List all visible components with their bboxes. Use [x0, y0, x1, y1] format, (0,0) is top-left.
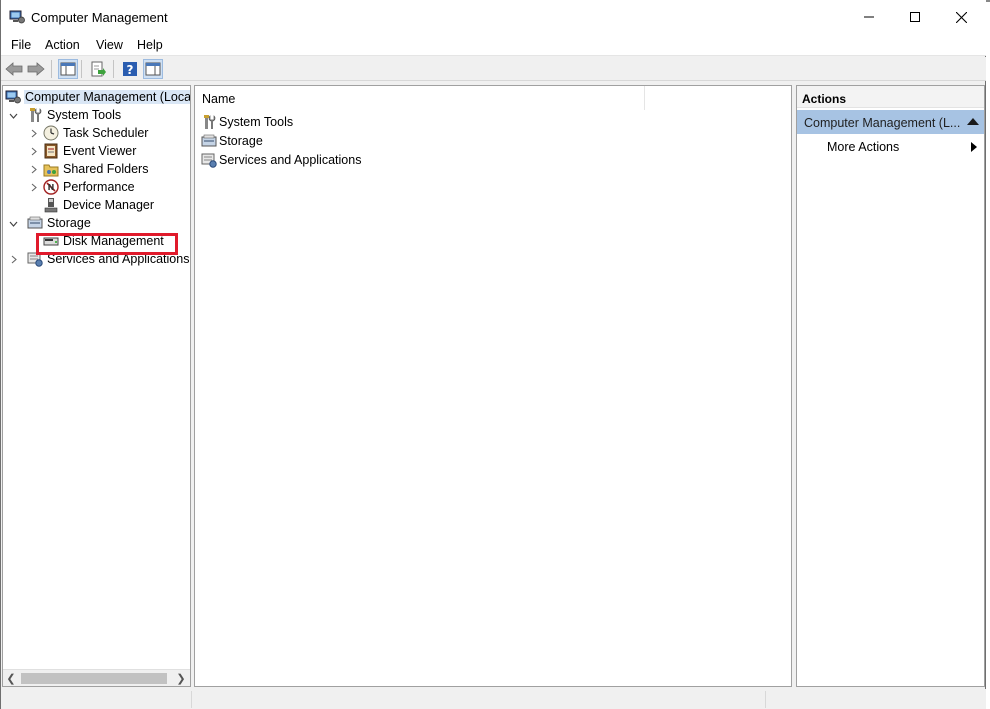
services-icon: [201, 152, 217, 168]
scrollbar-thumb[interactable]: [21, 673, 167, 684]
minimize-icon: [864, 16, 874, 18]
performance-icon: N: [43, 179, 59, 195]
back-button[interactable]: [4, 59, 24, 79]
tree-item-shared-folders[interactable]: Shared Folders: [27, 160, 149, 178]
device-manager-icon: [43, 197, 59, 213]
export-icon: [91, 61, 106, 77]
clock-icon: [43, 125, 59, 141]
list-item-system-tools[interactable]: System Tools: [201, 113, 293, 131]
show-hide-action-pane-button[interactable]: [143, 59, 163, 79]
collapse-chevron-icon[interactable]: [7, 214, 19, 232]
status-bar: [1, 689, 986, 709]
shared-folder-icon: [43, 161, 59, 177]
menu-file[interactable]: File: [11, 38, 31, 52]
console-tree-icon: [60, 62, 76, 76]
storage-icon: [27, 215, 43, 231]
toolbar-separator: [113, 60, 114, 78]
list-item-services-and-applications[interactable]: Services and Applications: [201, 151, 361, 169]
computer-management-window: Computer Management File Action View Hel…: [0, 0, 986, 709]
close-button[interactable]: [938, 0, 984, 34]
svg-text:?: ?: [127, 63, 134, 77]
tree-item-task-scheduler[interactable]: Task Scheduler: [27, 124, 149, 142]
tree-item-device-manager[interactable]: Device Manager: [39, 196, 155, 214]
status-segment: [765, 691, 766, 708]
forward-arrow-icon: [27, 62, 45, 76]
computer-management-icon: [9, 10, 25, 24]
close-icon: [955, 11, 967, 23]
tree-item-computer-management[interactable]: Computer Management (Local: [5, 88, 190, 106]
disk-management-highlight: [36, 233, 178, 255]
toolbar-separator: [51, 60, 52, 78]
system-tools-icon: [27, 107, 43, 123]
expand-chevron-icon[interactable]: [27, 178, 39, 196]
tree-item-event-viewer[interactable]: Event Viewer: [27, 142, 137, 160]
system-tools-icon: [201, 114, 217, 130]
show-hide-console-tree-button[interactable]: [58, 59, 78, 79]
collapse-chevron-icon[interactable]: [7, 106, 19, 124]
svg-text:N: N: [48, 183, 55, 192]
maximize-button[interactable]: [892, 0, 938, 34]
help-icon: ?: [123, 62, 137, 77]
export-list-button[interactable]: [88, 59, 108, 79]
toolbar-separator: [81, 60, 82, 78]
minimize-button[interactable]: [846, 0, 892, 34]
action-pane-icon: [145, 62, 161, 76]
toolbar: ?: [1, 57, 986, 81]
tree-item-system-tools[interactable]: System Tools: [7, 106, 122, 124]
submenu-arrow-icon[interactable]: [971, 142, 977, 152]
expand-chevron-icon[interactable]: [27, 142, 39, 160]
actions-section-computer-management[interactable]: Computer Management (L...: [797, 110, 984, 134]
maximize-icon: [910, 12, 920, 22]
column-header-name[interactable]: Name: [195, 86, 645, 110]
expand-chevron-icon[interactable]: [27, 124, 39, 142]
menu-bar: File Action View Help: [1, 34, 986, 56]
tree-item-storage[interactable]: Storage: [7, 214, 92, 232]
actions-pane: Actions Computer Management (L... More A…: [796, 85, 985, 687]
console-tree: Computer Management (Local System Tools …: [2, 85, 191, 687]
computer-management-icon: [5, 89, 21, 105]
window-title: Computer Management: [31, 10, 168, 25]
menu-help[interactable]: Help: [137, 38, 163, 52]
menu-view[interactable]: View: [96, 38, 123, 52]
forward-button[interactable]: [26, 59, 46, 79]
expand-chevron-icon[interactable]: [7, 250, 19, 268]
menu-action[interactable]: Action: [45, 38, 80, 52]
more-actions-item[interactable]: More Actions: [827, 140, 899, 154]
storage-icon: [201, 133, 217, 149]
horizontal-scrollbar[interactable]: ❮ ❯: [3, 669, 190, 686]
event-viewer-icon: [43, 143, 59, 159]
title-bar: Computer Management: [1, 0, 986, 34]
help-button[interactable]: ?: [120, 59, 140, 79]
list-item-storage[interactable]: Storage: [201, 132, 263, 150]
expand-chevron-icon[interactable]: [27, 160, 39, 178]
back-arrow-icon: [5, 62, 23, 76]
actions-header: Actions: [797, 86, 984, 108]
status-segment: [191, 691, 192, 708]
tree-item-performance[interactable]: N Performance: [27, 178, 136, 196]
scroll-right-icon[interactable]: ❯: [174, 671, 188, 686]
results-pane: Name System Tools Storage Services and A…: [194, 85, 792, 687]
scroll-left-icon[interactable]: ❮: [4, 671, 18, 686]
collapse-triangle-icon[interactable]: [967, 118, 979, 125]
